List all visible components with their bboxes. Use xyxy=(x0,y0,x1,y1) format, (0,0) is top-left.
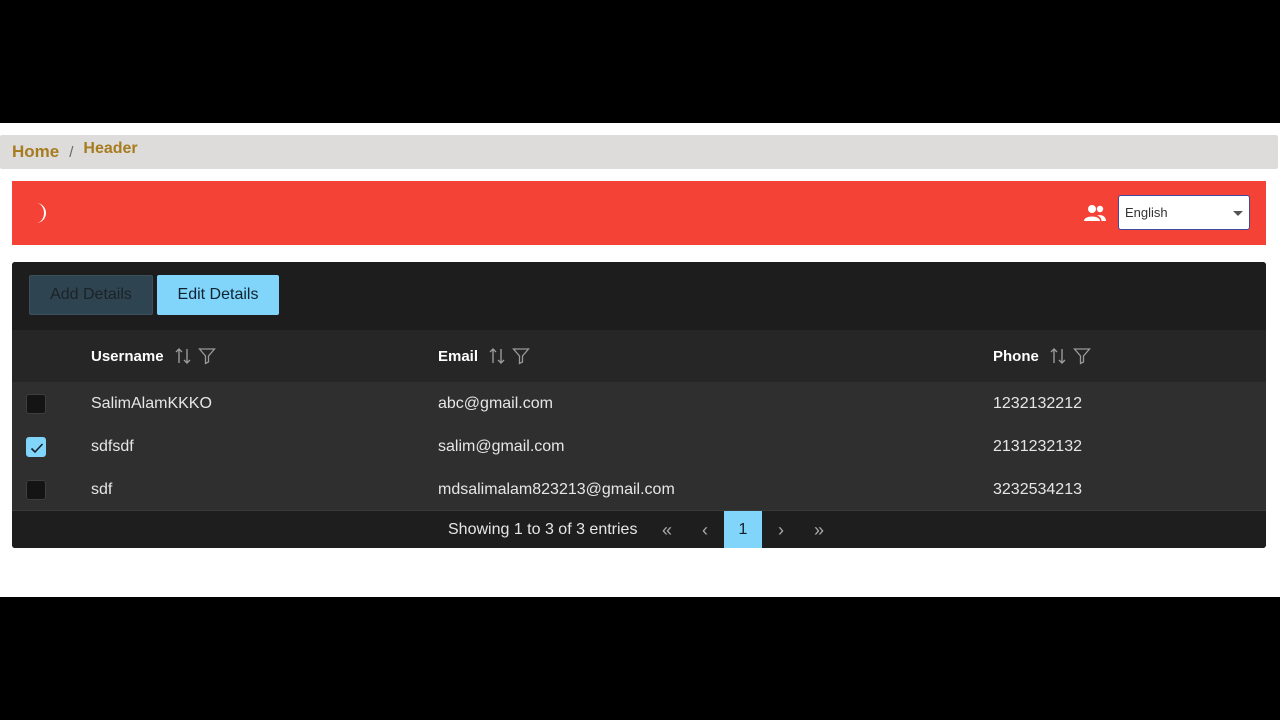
username-cell: SalimAlamKKKO xyxy=(91,394,212,412)
top-header-bar: English xyxy=(12,181,1266,245)
app-screen: Home / Header English Add Details Edit D… xyxy=(0,123,1280,597)
page-1-button[interactable]: 1 xyxy=(724,511,762,548)
column-header-username[interactable]: Username xyxy=(91,330,222,382)
column-label: Email xyxy=(438,347,479,365)
breadcrumb-current: Header xyxy=(83,140,138,157)
row-checkbox[interactable] xyxy=(26,394,46,414)
username-cell: sdf xyxy=(91,480,113,498)
column-header-phone[interactable]: Phone xyxy=(993,330,1097,382)
table-header: Username Email Phone xyxy=(12,330,1266,382)
add-details-button[interactable]: Add Details xyxy=(29,275,153,315)
language-select-value: English xyxy=(1125,205,1168,220)
email-cell: mdsalimalam823213@gmail.com xyxy=(438,480,675,498)
data-table-panel: Add Details Edit Details Username Email … xyxy=(12,262,1266,548)
column-label: Username xyxy=(91,347,164,365)
pagination-summary: Showing 1 to 3 of 3 entries xyxy=(448,521,638,538)
table-row[interactable]: sdf mdsalimalam823213@gmail.com 32325342… xyxy=(12,468,1266,511)
column-label: Phone xyxy=(993,347,1039,365)
last-page-button[interactable]: » xyxy=(800,511,838,548)
filter-icon[interactable] xyxy=(512,347,530,365)
phone-cell: 2131232132 xyxy=(993,437,1082,455)
phone-cell: 3232534213 xyxy=(993,480,1082,498)
pagination-bar: Showing 1 to 3 of 3 entries « ‹ 1 › » xyxy=(12,510,1266,548)
sort-icon[interactable] xyxy=(488,347,506,365)
next-page-button[interactable]: › xyxy=(762,511,800,548)
email-cell: abc@gmail.com xyxy=(438,394,553,412)
table-row[interactable]: sdfsdf salim@gmail.com 2131232132 xyxy=(12,425,1266,468)
breadcrumb: Home / Header xyxy=(0,135,1278,169)
row-checkbox[interactable] xyxy=(26,437,46,457)
username-cell: sdfsdf xyxy=(91,437,134,455)
filter-icon[interactable] xyxy=(197,347,216,365)
language-select[interactable]: English xyxy=(1118,195,1250,230)
table-toolbar: Add Details Edit Details xyxy=(12,262,1266,330)
row-checkbox[interactable] xyxy=(26,480,46,500)
check-icon xyxy=(30,443,44,454)
breadcrumb-home-link[interactable]: Home xyxy=(12,142,59,162)
email-cell: salim@gmail.com xyxy=(438,437,565,455)
prev-page-button[interactable]: ‹ xyxy=(686,511,724,548)
breadcrumb-separator: / xyxy=(69,143,74,161)
moon-icon[interactable] xyxy=(32,201,52,225)
chevron-down-icon xyxy=(1233,211,1243,216)
column-header-email[interactable]: Email xyxy=(438,330,536,382)
sort-icon[interactable] xyxy=(1049,347,1067,365)
filter-icon[interactable] xyxy=(1072,347,1091,365)
phone-cell: 1232132212 xyxy=(993,394,1082,412)
first-page-button[interactable]: « xyxy=(648,511,686,548)
users-icon[interactable] xyxy=(1084,203,1106,223)
edit-details-button[interactable]: Edit Details xyxy=(157,275,279,315)
sort-icon[interactable] xyxy=(174,347,192,365)
table-row[interactable]: SalimAlamKKKO abc@gmail.com 1232132212 xyxy=(12,382,1266,425)
